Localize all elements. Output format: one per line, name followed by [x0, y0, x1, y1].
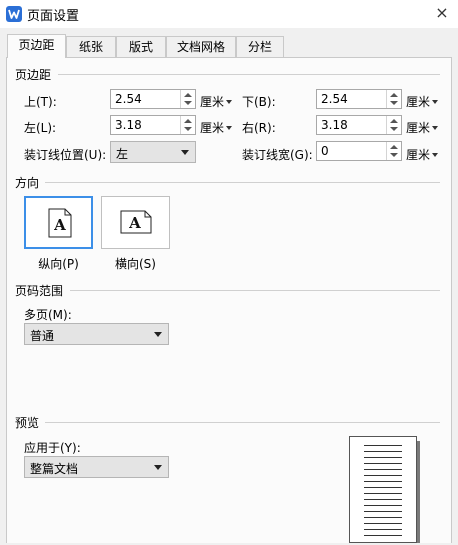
tab-strip: 页边距 纸张 版式 文档网格 分栏 — [0, 34, 458, 58]
top-margin-value: 2.54 — [115, 92, 142, 106]
top-margin-input[interactable]: 2.54 — [110, 89, 196, 109]
apply-to-label: 应用于(Y): — [24, 441, 81, 455]
unit-label: 厘米 — [406, 95, 431, 109]
spinner-arrows[interactable] — [386, 90, 401, 108]
top-margin-label: 上(T): — [24, 95, 57, 109]
chevron-down-icon — [432, 100, 439, 104]
tab-document-grid[interactable]: 文档网格 — [166, 36, 236, 57]
unit-label: 厘米 — [200, 95, 225, 109]
spin-up-icon[interactable] — [184, 93, 192, 97]
apply-to-select[interactable]: 整篇文档 — [24, 456, 169, 478]
tab-layout[interactable]: 版式 — [116, 36, 166, 57]
bottom-margin-input[interactable]: 2.54 — [316, 89, 402, 109]
multiple-pages-select[interactable]: 普通 — [24, 323, 169, 345]
gutter-width-value: 0 — [321, 144, 329, 158]
spin-up-icon[interactable] — [390, 145, 398, 149]
gutter-width-label: 装订线宽(G): — [242, 148, 313, 162]
portrait-glyph: A — [53, 216, 66, 234]
orientation-section-title: 方向 — [15, 176, 40, 190]
page-range-section-title: 页码范围 — [15, 284, 64, 298]
close-button[interactable]: × — [432, 3, 452, 23]
right-margin-unit[interactable]: 厘米 — [406, 119, 439, 136]
multiple-pages-value: 普通 — [30, 329, 55, 343]
spin-down-icon[interactable] — [390, 127, 398, 131]
spin-up-icon[interactable] — [390, 93, 398, 97]
gutter-width-input[interactable]: 0 — [316, 141, 402, 161]
right-margin-value: 3.18 — [321, 118, 348, 132]
spin-up-icon[interactable] — [390, 119, 398, 123]
page-preview — [349, 436, 417, 543]
section-divider — [58, 74, 440, 75]
landscape-glyph: A — [128, 214, 141, 232]
spin-up-icon[interactable] — [184, 119, 192, 123]
spin-down-icon[interactable] — [184, 101, 192, 105]
margins-section-title: 页边距 — [15, 68, 52, 82]
portrait-label[interactable]: 纵向(P) — [24, 255, 93, 272]
spin-down-icon[interactable] — [390, 101, 398, 105]
left-margin-label: 左(L): — [24, 121, 57, 135]
tab-columns[interactable]: 分栏 — [236, 36, 284, 57]
spinner-arrows[interactable] — [386, 142, 401, 160]
spinner-arrows[interactable] — [180, 90, 195, 108]
section-divider — [70, 290, 440, 291]
gutter-position-label: 装订线位置(U): — [24, 148, 107, 162]
portrait-button[interactable]: A — [24, 196, 93, 249]
wps-writer-icon — [6, 6, 22, 22]
spin-down-icon[interactable] — [184, 127, 192, 131]
preview-section-title: 预览 — [15, 416, 40, 430]
bottom-margin-label: 下(B): — [242, 95, 276, 109]
left-margin-unit[interactable]: 厘米 — [200, 119, 233, 136]
section-divider — [45, 422, 440, 423]
right-margin-label: 右(R): — [242, 121, 276, 135]
preview-text-lines — [364, 445, 402, 536]
portrait-page-icon: A — [48, 208, 72, 238]
chevron-down-icon — [181, 150, 189, 155]
gutter-position-select[interactable]: 左 — [110, 141, 196, 163]
spin-down-icon[interactable] — [390, 153, 398, 157]
spinner-arrows[interactable] — [180, 116, 195, 134]
chevron-down-icon — [432, 153, 439, 157]
chevron-down-icon — [154, 465, 162, 470]
landscape-label[interactable]: 横向(S) — [101, 255, 170, 272]
gutter-position-value: 左 — [116, 147, 129, 161]
right-margin-input[interactable]: 3.18 — [316, 115, 402, 135]
left-margin-value: 3.18 — [115, 118, 142, 132]
chevron-down-icon — [432, 126, 439, 130]
chevron-down-icon — [226, 100, 233, 104]
unit-label: 厘米 — [200, 121, 225, 135]
chevron-down-icon — [154, 332, 162, 337]
multiple-pages-label: 多页(M): — [24, 308, 72, 322]
spinner-arrows[interactable] — [386, 116, 401, 134]
left-margin-input[interactable]: 3.18 — [110, 115, 196, 135]
section-divider — [45, 182, 440, 183]
preview-shadow — [417, 441, 420, 543]
gutter-width-unit[interactable]: 厘米 — [406, 146, 439, 163]
close-icon: × — [435, 3, 449, 22]
bottom-margin-value: 2.54 — [321, 92, 348, 106]
landscape-page-icon: A — [120, 210, 152, 234]
landscape-button[interactable]: A — [101, 196, 170, 249]
window-title: 页面设置 — [27, 9, 80, 24]
unit-label: 厘米 — [406, 121, 431, 135]
tab-margins[interactable]: 页边距 — [7, 34, 66, 58]
tab-paper[interactable]: 纸张 — [66, 36, 116, 57]
chevron-down-icon — [226, 126, 233, 130]
bottom-margin-unit[interactable]: 厘米 — [406, 93, 439, 110]
top-margin-unit[interactable]: 厘米 — [200, 93, 233, 110]
apply-to-value: 整篇文档 — [30, 462, 79, 476]
unit-label: 厘米 — [406, 148, 431, 162]
